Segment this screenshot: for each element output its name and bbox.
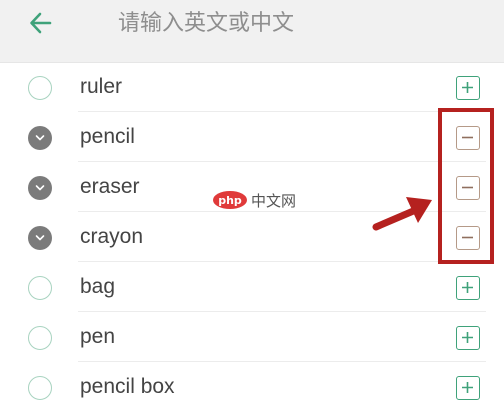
remove-button[interactable] [456, 176, 480, 200]
add-button[interactable] [456, 326, 480, 350]
list-item: pencil [0, 112, 504, 162]
remove-button[interactable] [456, 126, 480, 150]
plus-icon [462, 332, 473, 343]
minus-icon [462, 136, 473, 139]
plus-icon [462, 382, 473, 393]
list-item: crayon [0, 212, 504, 262]
select-checkbox[interactable] [28, 276, 52, 300]
arrow-left-icon [30, 12, 52, 34]
word-label: ruler [80, 75, 123, 98]
chevron-down-icon [35, 135, 45, 141]
word-list: ruler pencil eraser crayon bag pen penci… [0, 62, 504, 404]
select-checkbox[interactable] [28, 176, 52, 200]
list-item: ruler [0, 62, 504, 112]
word-label: eraser [80, 175, 140, 198]
select-checkbox[interactable] [28, 76, 52, 100]
back-button[interactable] [28, 10, 54, 36]
minus-icon [462, 186, 473, 189]
chevron-down-icon [35, 235, 45, 241]
select-checkbox[interactable] [28, 326, 52, 350]
word-list-screen: ruler pencil [0, 0, 504, 404]
plus-icon [462, 82, 473, 93]
list-item: eraser [0, 162, 504, 212]
plus-icon [462, 282, 473, 293]
add-button[interactable] [456, 376, 480, 400]
search-header [0, 0, 504, 63]
list-item: pencil box [0, 362, 504, 404]
word-label: pencil box [80, 375, 175, 398]
chevron-down-icon [35, 185, 45, 191]
word-label: pen [80, 325, 116, 348]
select-checkbox[interactable] [28, 126, 52, 150]
add-button[interactable] [456, 276, 480, 300]
select-checkbox[interactable] [28, 376, 52, 400]
search-input[interactable] [118, 6, 478, 40]
list-item: bag [0, 262, 504, 312]
remove-button[interactable] [456, 226, 480, 250]
word-label: bag [80, 275, 116, 298]
word-label: pencil [80, 125, 135, 148]
minus-icon [462, 236, 473, 239]
select-checkbox[interactable] [28, 226, 52, 250]
list-item: pen [0, 312, 504, 362]
add-button[interactable] [456, 76, 480, 100]
word-label: crayon [80, 225, 144, 248]
